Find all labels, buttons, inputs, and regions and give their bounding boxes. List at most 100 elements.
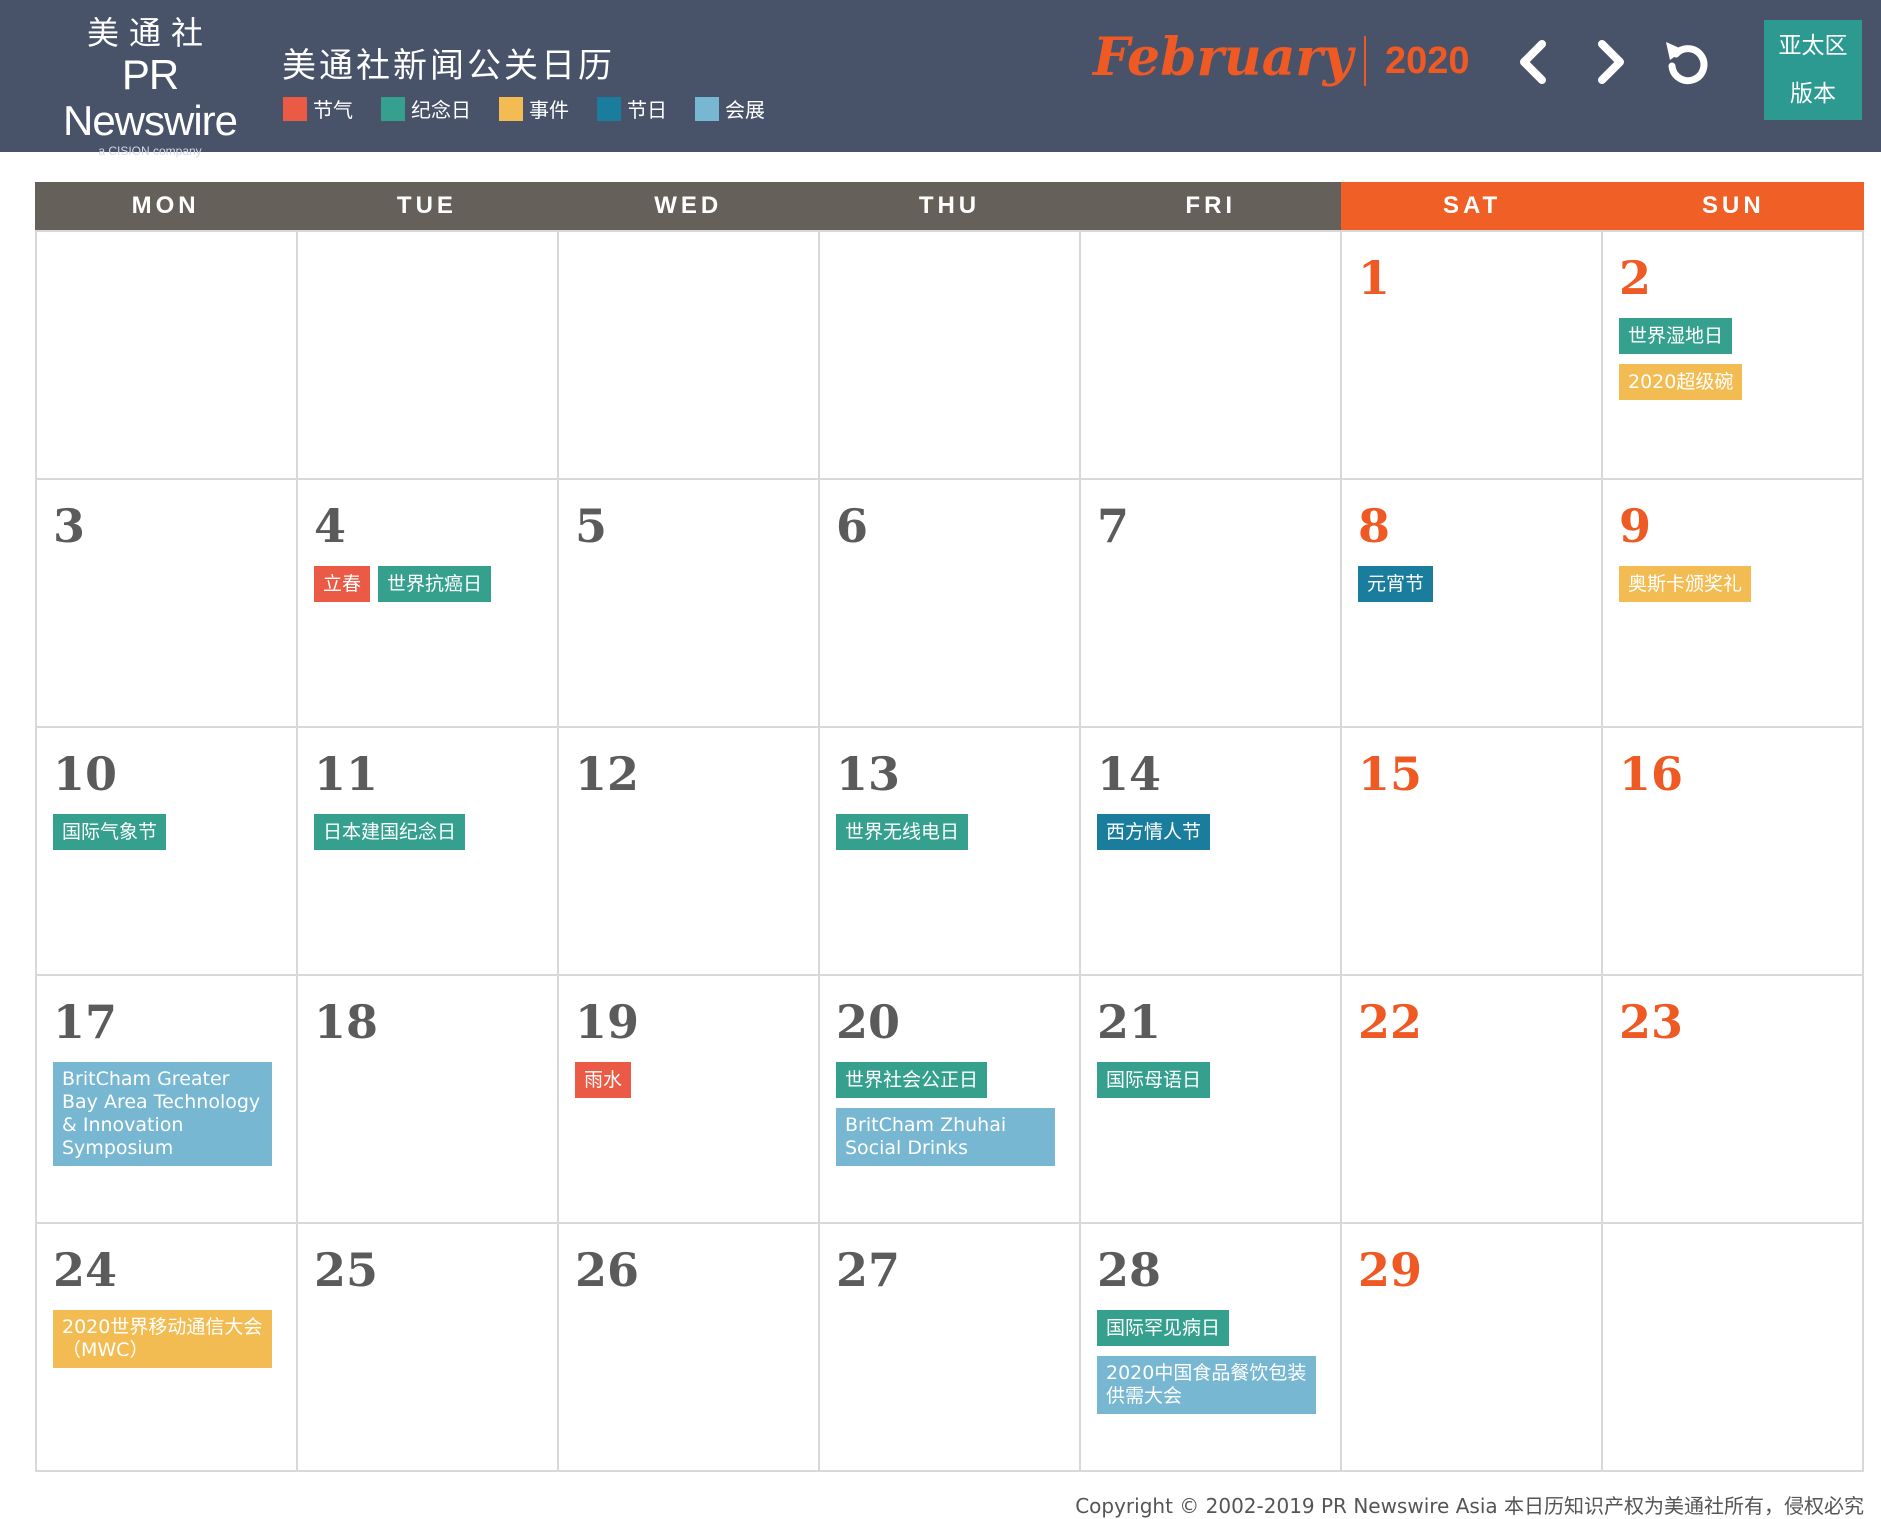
event-tag-commemoration[interactable]: 世界抗癌日: [378, 566, 492, 602]
day-number: 22: [1358, 995, 1423, 1049]
day-number: 25: [314, 1243, 379, 1297]
day-cell[interactable]: 14 西方情人节: [1081, 728, 1342, 976]
day-cell[interactable]: 6: [820, 480, 1081, 728]
legend-swatch: [499, 96, 523, 121]
weekday-sat: SAT: [1341, 182, 1603, 230]
day-number: [1619, 1238, 1846, 1302]
prnewswire-logo[interactable]: 美通社 PR Newswire a CISION company: [30, 14, 270, 158]
day-number: [575, 246, 802, 310]
current-month: February: [1092, 27, 1353, 88]
event-list: 雨水: [575, 1062, 802, 1108]
logo-en-text: PR Newswire: [62, 51, 238, 144]
event-tag-event[interactable]: 2020超级碗: [1619, 364, 1743, 400]
day-number: [836, 246, 1063, 310]
legend-swatch: [283, 96, 307, 121]
event-tag-commemoration[interactable]: 日本建国纪念日: [314, 814, 466, 850]
legend-label: 会展: [725, 98, 765, 122]
header-bar: 美通社 PR Newswire a CISION company 美通社新闻公关…: [0, 0, 1881, 158]
day-number: 6: [836, 499, 869, 553]
day-number: 28: [1097, 1243, 1162, 1297]
day-cell[interactable]: 29: [1342, 1224, 1603, 1472]
day-number: 10: [53, 747, 118, 801]
day-cell[interactable]: 5: [559, 480, 820, 728]
weekday-sun: SUN: [1602, 182, 1864, 230]
day-number: 8: [1358, 499, 1391, 553]
empty-day-cell: [298, 232, 559, 480]
day-cell[interactable]: 11 日本建国纪念日: [298, 728, 559, 976]
day-cell[interactable]: 17 BritCham Greater Bay Area Technology &…: [37, 976, 298, 1224]
event-list: 立春 世界抗癌日: [314, 566, 541, 612]
month-year-divider: [1364, 36, 1366, 86]
day-number: 18: [314, 995, 379, 1049]
day-cell[interactable]: 20 世界社会公正日 BritCham Zhuhai Social Drinks: [820, 976, 1081, 1224]
day-number: [1097, 246, 1324, 310]
day-number: 20: [836, 995, 901, 1049]
day-cell[interactable]: 15: [1342, 728, 1603, 976]
day-number: 9: [1619, 499, 1652, 553]
empty-day-cell: [559, 232, 820, 480]
day-cell[interactable]: 2 世界湿地日 2020超级碗: [1603, 232, 1864, 480]
legend-item-exhibition: 会展: [695, 94, 765, 123]
day-cell[interactable]: 26: [559, 1224, 820, 1472]
next-month-button[interactable]: [1582, 34, 1638, 90]
reset-today-button[interactable]: [1660, 34, 1716, 90]
day-cell[interactable]: 21 国际母语日: [1081, 976, 1342, 1224]
event-tag-exhibition[interactable]: BritCham Zhuhai Social Drinks: [836, 1108, 1055, 1166]
empty-day-cell: [820, 232, 1081, 480]
empty-day-cell: [1603, 1224, 1864, 1472]
day-number: 15: [1358, 747, 1423, 801]
chevron-left-icon: [1520, 40, 1546, 84]
day-cell[interactable]: 4 立春 世界抗癌日: [298, 480, 559, 728]
day-cell[interactable]: 10 国际气象节: [37, 728, 298, 976]
day-cell[interactable]: 13 世界无线电日: [820, 728, 1081, 976]
day-cell[interactable]: 24 2020世界移动通信大会（MWC）: [37, 1224, 298, 1472]
event-tag-commemoration[interactable]: 世界社会公正日: [836, 1062, 988, 1098]
event-list: 元宵节: [1358, 566, 1585, 612]
legend-label: 节日: [627, 98, 667, 122]
legend-item-festival: 节日: [597, 94, 667, 123]
event-list: 国际母语日: [1097, 1062, 1324, 1108]
day-cell[interactable]: 8 元宵节: [1342, 480, 1603, 728]
event-list: 世界湿地日 2020超级碗: [1619, 318, 1846, 410]
prev-month-button[interactable]: [1506, 34, 1562, 90]
weekday-mon: MON: [35, 182, 297, 230]
day-cell[interactable]: 27: [820, 1224, 1081, 1472]
event-tag-commemoration[interactable]: 世界无线电日: [836, 814, 969, 850]
day-number: [53, 246, 280, 310]
event-tag-commemoration[interactable]: 世界湿地日: [1619, 318, 1733, 354]
day-cell[interactable]: 25: [298, 1224, 559, 1472]
day-cell[interactable]: 7: [1081, 480, 1342, 728]
event-tag-solar-term[interactable]: 立春: [314, 566, 371, 602]
day-number: 13: [836, 747, 901, 801]
day-cell[interactable]: 1: [1342, 232, 1603, 480]
day-cell[interactable]: 3: [37, 480, 298, 728]
event-tag-solar-term[interactable]: 雨水: [575, 1062, 632, 1098]
day-cell[interactable]: 18: [298, 976, 559, 1224]
event-tag-exhibition[interactable]: BritCham Greater Bay Area Technology & I…: [53, 1062, 272, 1166]
event-tag-commemoration[interactable]: 国际母语日: [1097, 1062, 1211, 1098]
event-tag-event[interactable]: 2020世界移动通信大会（MWC）: [53, 1310, 272, 1368]
day-number: 5: [575, 499, 608, 553]
event-tag-event[interactable]: 奥斯卡颁奖礼: [1619, 566, 1752, 602]
day-cell[interactable]: 16: [1603, 728, 1864, 976]
day-number: [314, 246, 541, 310]
day-cell[interactable]: 23: [1603, 976, 1864, 1224]
event-tag-exhibition[interactable]: 2020中国食品餐饮包装供需大会: [1097, 1356, 1316, 1414]
event-tag-commemoration[interactable]: 国际罕见病日: [1097, 1310, 1230, 1346]
event-list: 国际气象节: [53, 814, 280, 860]
legend-swatch: [695, 96, 719, 121]
event-tag-commemoration[interactable]: 国际气象节: [53, 814, 167, 850]
day-cell[interactable]: 28 国际罕见病日 2020中国食品餐饮包装供需大会: [1081, 1224, 1342, 1472]
version-label: 版本: [1790, 81, 1836, 107]
day-cell[interactable]: 19 雨水: [559, 976, 820, 1224]
day-number: 21: [1097, 995, 1162, 1049]
region-version-button[interactable]: 亚太区 版本: [1764, 20, 1862, 120]
legend-swatch: [597, 96, 621, 121]
event-list: 日本建国纪念日: [314, 814, 541, 860]
event-tag-festival[interactable]: 西方情人节: [1097, 814, 1211, 850]
day-cell[interactable]: 9 奥斯卡颁奖礼: [1603, 480, 1864, 728]
day-cell[interactable]: 12: [559, 728, 820, 976]
day-number: 23: [1619, 995, 1684, 1049]
event-tag-festival[interactable]: 元宵节: [1358, 566, 1434, 602]
day-cell[interactable]: 22: [1342, 976, 1603, 1224]
